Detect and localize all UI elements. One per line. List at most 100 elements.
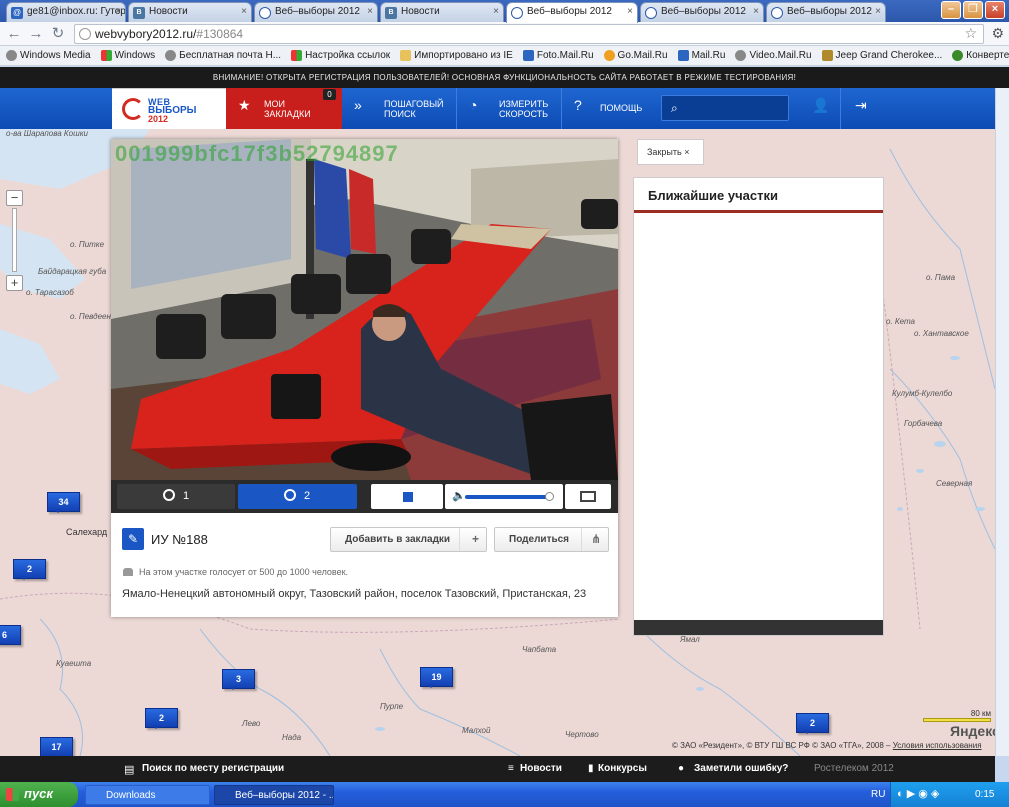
report-error-link[interactable]: Заметили ошибку? [694, 763, 788, 774]
contests-link[interactable]: Конкурсы [598, 763, 647, 774]
close-icon[interactable]: × [115, 6, 121, 17]
fast-forward-icon: » [354, 97, 362, 113]
windows-flag-icon [6, 788, 19, 801]
doc-icon: ▤ [124, 764, 135, 776]
back-button[interactable]: ← [5, 25, 23, 43]
webvybory-icon [645, 7, 657, 19]
volume-control[interactable]: 🔈 [445, 484, 563, 509]
bookmark-item[interactable]: Windows Media [6, 50, 91, 61]
tab-webvybory[interactable]: Веб–выборы 2012 × [766, 2, 886, 22]
bookmark-item[interactable]: Go.Mail.Ru [603, 50, 668, 61]
tray-icons[interactable]: ◐ ▶ ◉ ◈ [897, 787, 939, 800]
tab-vk-news[interactable]: B Новости × [380, 2, 504, 22]
volume-slider[interactable] [465, 495, 549, 499]
volume-knob[interactable] [545, 492, 554, 501]
webcam-icon [284, 489, 296, 501]
zoom-slider[interactable] [12, 208, 17, 272]
add-bookmark-button[interactable]: Добавить в закладки + [330, 527, 487, 552]
partner-text: Ростелеком 2012 [814, 763, 894, 774]
site-search[interactable]: ⌕ [661, 95, 789, 121]
bookmark-item[interactable]: Windows [100, 50, 155, 61]
reload-button[interactable]: ↻ [49, 25, 67, 43]
video-controls: 1 2 🔈 [111, 480, 618, 513]
station-cluster-marker[interactable]: 3 [222, 669, 255, 690]
bookmark-item[interactable]: Конвертер валют [952, 50, 1009, 61]
bookmark-item[interactable]: Foto.Mail.Ru [522, 50, 594, 61]
language-indicator[interactable]: RU [871, 789, 885, 800]
fullscreen-button[interactable] [565, 484, 611, 509]
station-cluster-marker[interactable]: 6 [0, 625, 21, 646]
close-icon[interactable]: × [753, 6, 759, 17]
tab-webvybory[interactable]: Веб–выборы 2012 × [254, 2, 378, 22]
close-icon[interactable]: × [493, 6, 499, 17]
speed-test-button[interactable]: ◔ ИЗМЕРИТЬ СКОРОСТЬ [457, 88, 561, 129]
close-icon[interactable]: × [367, 6, 373, 17]
help-icon: ? [574, 97, 582, 113]
bookmark-item[interactable]: Video.Mail.Ru [735, 50, 812, 61]
panel-rule [634, 210, 883, 213]
mail-ru-icon [677, 50, 689, 61]
tab-vk-news[interactable]: B Новости × [128, 2, 252, 22]
address-bar[interactable]: webvybory2012.ru/#130864 ☆ [74, 24, 984, 44]
stop-button[interactable] [371, 484, 443, 509]
maximize-button[interactable]: ❐ [963, 1, 983, 19]
bookmark-item[interactable]: Mail.Ru [677, 50, 725, 61]
help-button[interactable]: ? ПОМОЩЬ [562, 88, 656, 129]
bookmark-folder[interactable]: Импортировано из IE [400, 50, 513, 61]
zoom-control: − + [6, 190, 24, 292]
registration-search-link[interactable]: Поиск по месту регистрации [142, 763, 284, 774]
polling-station-title: ИУ №188 [151, 532, 208, 547]
step-search-button[interactable]: » ПОШАГОВЫЙ ПОИСК [342, 88, 456, 129]
gauge-icon: ◔ [469, 97, 478, 113]
panel-footer [634, 620, 883, 635]
map-label: о. Тарасазоб [26, 288, 74, 297]
station-cluster-marker[interactable]: 2 [796, 713, 829, 734]
user-button[interactable]: 👤 [798, 88, 840, 129]
tab-mail[interactable]: @ ge81@inbox.ru: Гутор × [6, 2, 126, 22]
bookmark-item[interactable]: Настройка ссылок [291, 50, 390, 61]
bookmark-item[interactable]: Jeep Grand Cherokee... [821, 50, 942, 61]
camera-2-button[interactable]: 2 [238, 484, 357, 509]
camera-1-button[interactable]: 1 [117, 484, 235, 509]
camera-video[interactable]: 001999bfc17f3b52794897 [111, 139, 618, 480]
chart-icon: ▮ [588, 763, 594, 774]
ballot-icon: ✎ [122, 528, 144, 550]
logout-button[interactable]: ⇥ [841, 88, 887, 129]
share-button[interactable]: Поделиться ⋔ [494, 527, 609, 552]
bookmark-star-icon[interactable]: ☆ [964, 25, 977, 42]
close-window-button[interactable]: × [985, 1, 1005, 19]
search-input[interactable] [688, 99, 784, 117]
tab-webvybory[interactable]: Веб–выборы 2012 × [640, 2, 764, 22]
station-cluster-marker[interactable]: 2 [13, 559, 46, 580]
bookmark-item[interactable]: Бесплатная почта Н... [165, 50, 281, 61]
tab-webvybory-active[interactable]: Веб–выборы 2012 × [506, 2, 638, 23]
station-cluster-marker[interactable]: 17 [40, 737, 73, 756]
close-panel-button[interactable]: Закрыть × [637, 139, 704, 165]
nearest-stations-panel: Ближайшие участки [633, 177, 884, 636]
wrench-icon[interactable]: ⚙ [991, 25, 1004, 42]
close-icon[interactable]: × [627, 6, 633, 17]
webvybory-icon [511, 7, 523, 19]
site-logo[interactable]: WEB ВЫБОРЫ 2012 [112, 88, 226, 129]
taskbar-item-downloads[interactable]: Downloads [85, 785, 210, 805]
start-button[interactable]: пуск [0, 782, 78, 807]
forward-button[interactable]: → [27, 25, 45, 43]
minimize-button[interactable]: – [941, 1, 961, 19]
map-label: Нада [282, 733, 302, 742]
map-label: Лево [242, 719, 261, 728]
terms-link[interactable]: Условия использования [893, 741, 982, 750]
page-scrollbar[interactable] [995, 88, 1009, 756]
station-cluster-marker[interactable]: 34 [47, 492, 80, 513]
close-icon[interactable]: × [875, 6, 881, 17]
map-label: Куаешта [56, 659, 92, 668]
map-label: о. Пама [926, 273, 956, 282]
station-cluster-marker[interactable]: 19 [420, 667, 453, 688]
station-cluster-marker[interactable]: 2 [145, 708, 178, 729]
news-link[interactable]: Новости [520, 763, 562, 774]
zoom-out-button[interactable]: − [6, 190, 23, 206]
yandex-logo[interactable]: Яндекс [950, 723, 995, 739]
taskbar-item-chrome[interactable]: Веб–выборы 2012 - ... [214, 785, 334, 805]
zoom-in-button[interactable]: + [6, 275, 23, 291]
stop-icon [403, 492, 413, 502]
close-icon[interactable]: × [241, 6, 247, 17]
